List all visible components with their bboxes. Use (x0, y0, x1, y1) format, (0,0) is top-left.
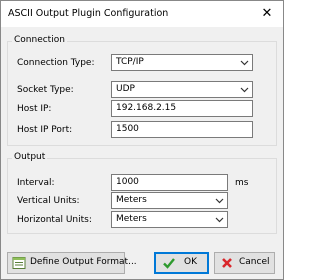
connection-group-label: Connection (12, 35, 67, 45)
horizontal-units-label: Horizontal Units: (17, 215, 92, 225)
chevron-down-icon (240, 60, 249, 66)
interval-label: Interval: (17, 178, 55, 188)
connection-type-select[interactable]: TCP/IP (111, 54, 253, 71)
cancel-label: Cancel (239, 257, 270, 267)
horizontal-units-value: Meters (116, 214, 147, 224)
ok-button[interactable]: OK (154, 252, 209, 274)
checkmark-icon (163, 258, 175, 269)
define-output-format-button[interactable]: Define Output Format... (7, 252, 137, 274)
output-group-label: Output (12, 152, 48, 162)
host-port-label: Host IP Port: (17, 125, 73, 135)
connection-type-label: Connection Type: (17, 58, 95, 68)
chevron-down-icon (215, 198, 224, 204)
socket-type-label: Socket Type: (17, 85, 74, 95)
title-bar: ASCII Output Plugin Configuration ✕ (1, 1, 283, 27)
socket-type-select[interactable]: UDP (111, 81, 253, 98)
connection-type-value: TCP/IP (116, 57, 144, 67)
dialog-window: ASCII Output Plugin Configuration ✕ Conn… (0, 0, 284, 280)
host-port-input[interactable]: 1500 (111, 121, 253, 138)
vertical-units-label: Vertical Units: (17, 196, 80, 206)
host-ip-input[interactable]: 192.168.2.15 (111, 100, 253, 117)
interval-value: 1000 (116, 177, 139, 187)
interval-unit: ms (235, 178, 249, 188)
vertical-units-select[interactable]: Meters (111, 192, 228, 209)
window-title: ASCII Output Plugin Configuration (8, 8, 169, 19)
chevron-down-icon (215, 217, 224, 223)
vertical-units-value: Meters (116, 195, 147, 205)
cancel-button[interactable]: Cancel (214, 252, 275, 274)
close-icon[interactable]: ✕ (257, 4, 277, 24)
horizontal-units-select[interactable]: Meters (111, 211, 228, 228)
ok-label: OK (184, 257, 197, 267)
chevron-down-icon (240, 87, 249, 93)
close-x-icon (222, 258, 232, 268)
interval-input[interactable]: 1000 (111, 174, 228, 191)
form-icon (12, 257, 26, 269)
host-ip-value: 192.168.2.15 (116, 103, 177, 113)
socket-type-value: UDP (116, 84, 135, 94)
host-ip-label: Host IP: (17, 104, 52, 114)
host-port-value: 1500 (116, 124, 139, 134)
define-output-format-label: Define Output Format... (30, 257, 137, 267)
